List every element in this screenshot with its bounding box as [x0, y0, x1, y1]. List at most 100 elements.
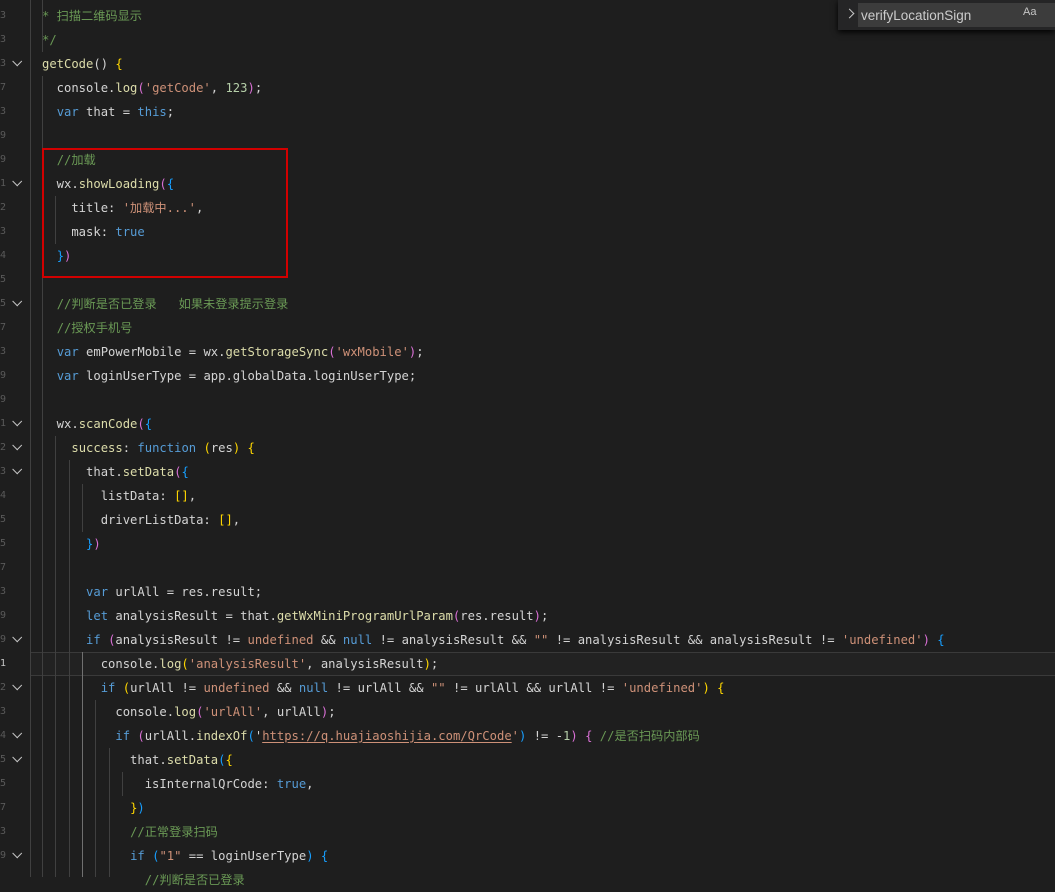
code-token: this: [137, 105, 167, 119]
code-line[interactable]: * 扫描二维码显示: [42, 4, 142, 28]
code-line[interactable]: driverListData: [],: [42, 508, 240, 532]
fold-chevron-icon[interactable]: [9, 172, 23, 196]
code-line-current[interactable]: console.log('analysisResult', analysisRe…: [42, 652, 439, 676]
code-line[interactable]: that.setData({: [42, 460, 189, 484]
code-line[interactable]: if ("1" == loginUserType) {: [42, 844, 328, 868]
code-token: * 扫描二维码显示: [42, 9, 142, 23]
code-token: 'undefined': [841, 633, 923, 647]
code-editor[interactable]: 3 3 3 7 3 9 9 1 2 3 4 5 5 7 3 9 9 1 2 3 …: [0, 0, 1055, 887]
code-token: 123: [225, 81, 248, 95]
fold-chevron-icon[interactable]: [9, 292, 23, 316]
fold-chevron-icon[interactable]: [9, 412, 23, 436]
fold-chevron-icon[interactable]: [9, 52, 23, 76]
code-line[interactable]: //授权手机号: [42, 316, 133, 340]
code-token: ): [570, 729, 578, 743]
code-token: driverListData:: [42, 513, 219, 527]
active-line-number: 1: [0, 658, 6, 669]
code-token: success: [71, 441, 123, 455]
code-token: ,: [188, 489, 197, 503]
code-line[interactable]: console.log('urlAll', urlAll);: [42, 700, 335, 724]
code-token: analysisResult = that.: [108, 609, 277, 623]
code-line[interactable]: console.log('getCode', 123);: [42, 76, 263, 100]
code-token: (: [137, 729, 145, 743]
code-line[interactable]: //判断是否已登录: [42, 868, 245, 892]
code-token: that.: [42, 465, 123, 479]
line-number: 3: [0, 706, 6, 717]
line-number: 7: [0, 802, 6, 813]
code-token: (: [247, 729, 255, 743]
code-area[interactable]: * 扫描二维码显示 */ getCode() { console.log('ge…: [30, 0, 1055, 887]
line-number: 3: [0, 34, 6, 45]
code-token: setData: [166, 753, 219, 767]
code-token: 'getCode': [144, 81, 211, 95]
line-number: 5: [0, 754, 6, 765]
line-number: 3: [0, 106, 6, 117]
code-line[interactable]: wx.scanCode({: [42, 412, 152, 436]
fold-chevron-icon[interactable]: [9, 676, 23, 700]
code-line[interactable]: }): [42, 532, 101, 556]
code-token: , urlAll: [262, 705, 321, 719]
code-line[interactable]: listData: [],: [42, 484, 196, 508]
code-token: setData: [122, 465, 175, 479]
code-token: loginUserType = app.globalData.loginUser…: [78, 369, 417, 383]
code-token: console.: [42, 705, 175, 719]
code-token: {: [717, 681, 725, 695]
fold-chevron-icon[interactable]: [9, 628, 23, 652]
code-line[interactable]: that.setData({: [42, 748, 233, 772]
code-token: != urlAll &&: [328, 681, 431, 695]
code-line[interactable]: if (urlAll != undefined && null != urlAl…: [42, 676, 725, 700]
code-line[interactable]: var emPowerMobile = wx.getStorageSync('w…: [42, 340, 424, 364]
line-number: 7: [0, 562, 6, 573]
code-token: (: [328, 345, 336, 359]
code-line[interactable]: //判断是否已登录 如果未登录提示登录: [42, 292, 289, 316]
code-token: getStorageSync: [225, 345, 329, 359]
code-line[interactable]: getCode() {: [42, 52, 123, 76]
line-number: 9: [0, 610, 6, 621]
code-token: //授权手机号: [56, 321, 133, 335]
code-token: getWxMiniProgramUrlParam: [276, 609, 453, 623]
code-token: ): [247, 81, 255, 95]
code-line[interactable]: if (urlAll.indexOf('https://q.huajiaoshi…: [42, 724, 699, 748]
code-token: that =: [78, 105, 138, 119]
code-token: res.result: [460, 609, 534, 623]
line-number: 5: [0, 274, 6, 285]
code-line[interactable]: var urlAll = res.result;: [42, 580, 262, 604]
code-token: ): [702, 681, 710, 695]
code-token: {: [181, 465, 189, 479]
fold-chevron-icon[interactable]: [9, 748, 23, 772]
code-token: {: [320, 849, 329, 863]
code-line[interactable]: */: [42, 28, 57, 52]
line-number: 5: [0, 514, 6, 525]
code-line[interactable]: isInternalQrCode: true,: [42, 772, 314, 796]
code-token: */: [42, 33, 57, 47]
fold-chevron-icon[interactable]: [9, 844, 23, 868]
line-number: 4: [0, 250, 6, 261]
code-line[interactable]: let analysisResult = that.getWxMiniProgr…: [42, 604, 548, 628]
code-line[interactable]: //正常登录扫码: [42, 820, 218, 844]
code-line[interactable]: if (analysisResult != undefined && null …: [42, 628, 945, 652]
code-token: != analysisResult &&: [372, 633, 534, 647]
code-token: scanCode: [78, 417, 138, 431]
code-line[interactable]: var loginUserType = app.globalData.login…: [42, 364, 417, 388]
code-token: "": [533, 633, 549, 647]
code-line[interactable]: success: function (res) {: [42, 436, 255, 460]
code-line[interactable]: var that = this;: [42, 100, 174, 124]
code-token: console.: [42, 81, 116, 95]
code-token: analysisResult !=: [115, 633, 248, 647]
code-token: isInternalQrCode:: [42, 777, 277, 791]
toggle-replace-chevron-icon[interactable]: [846, 8, 856, 20]
match-case-toggle[interactable]: Aa: [1023, 6, 1036, 18]
code-token: (: [203, 441, 211, 455]
code-token: //判断是否已登录: [144, 873, 245, 887]
fold-chevron-icon[interactable]: [9, 436, 23, 460]
fold-chevron-icon[interactable]: [9, 724, 23, 748]
code-token: []: [174, 489, 189, 503]
code-token: getCode: [42, 57, 94, 71]
code-line[interactable]: }): [42, 796, 145, 820]
code-token: urlAll !=: [130, 681, 204, 695]
fold-chevron-icon[interactable]: [9, 460, 23, 484]
